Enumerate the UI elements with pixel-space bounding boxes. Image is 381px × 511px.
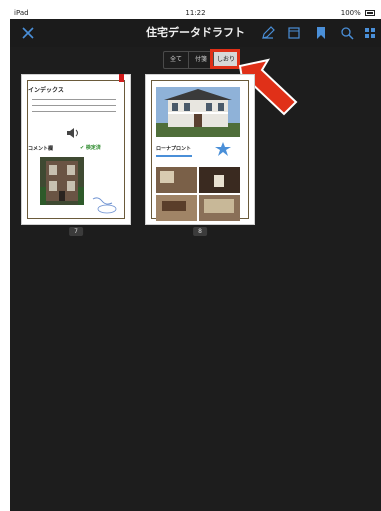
status-time: 11:22 [185, 9, 206, 17]
page-thumbnail-8[interactable]: ローナプロント 8 [146, 75, 254, 236]
handwritten-stamp [92, 197, 117, 214]
bookmark-icon[interactable] [313, 25, 329, 41]
ipad-screen: iPad 11:22 100% 住宅データドラフト 全て 付箋 しおり インデッ… [10, 8, 381, 511]
star-icon [215, 142, 231, 156]
page-thumbnail-7[interactable]: インデックス コメント欄 ✔ 検定済 7 [22, 74, 130, 236]
page-number-badge: 8 [193, 227, 207, 236]
section-label: ローナプロント [156, 146, 192, 152]
interior-photos [156, 167, 240, 221]
index-line [32, 105, 116, 106]
speaker-icon [67, 128, 78, 138]
building-photo [40, 157, 84, 205]
status-bar: iPad 11:22 100% [10, 8, 381, 19]
house-exterior-photo [156, 87, 240, 137]
battery-status: 100% [341, 8, 375, 19]
bookmark-flag-icon [119, 74, 124, 82]
segment-all[interactable]: 全て [164, 52, 189, 68]
progress-line [156, 155, 192, 157]
check-label: ✔ 検定済 [80, 145, 101, 151]
page-number-badge: 7 [69, 227, 83, 236]
index-title: インデックス [28, 87, 64, 94]
grid-icon[interactable] [362, 25, 378, 41]
index-line [32, 99, 116, 100]
window-icon[interactable] [286, 25, 302, 41]
search-icon[interactable] [339, 25, 355, 41]
highlight-annotation-box [210, 49, 240, 69]
comment-label: コメント欄 [28, 146, 54, 152]
navigation-bar: 住宅データドラフト [10, 19, 381, 47]
battery-percent: 100% [340, 9, 361, 17]
edit-icon[interactable] [260, 25, 276, 41]
index-line [32, 111, 116, 112]
battery-icon [365, 10, 375, 16]
